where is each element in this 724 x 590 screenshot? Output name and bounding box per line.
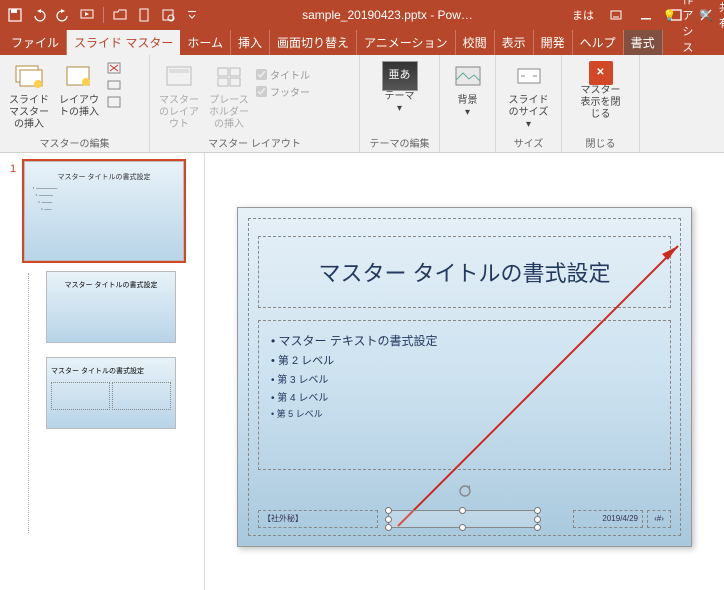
tab-review[interactable]: 校閲 [456,30,495,55]
resize-handle[interactable] [534,516,541,523]
slide-canvas[interactable]: マスター タイトルの書式設定 マスター テキストの書式設定 第 2 レベル 第 … [205,153,724,590]
slide-size-button[interactable]: スライドのサイズ ▾ [506,59,552,133]
resize-handle[interactable] [459,507,466,514]
resize-handle[interactable] [534,507,541,514]
tab-slide-master[interactable]: スライド マスター [67,30,180,55]
background-icon [452,61,484,93]
tree-connector [28,273,29,533]
insert-placeholder-button: プレースホルダーの挿入 [206,59,252,133]
group-label: 閉じる [568,133,633,150]
label: スライドのサイズ [508,95,550,119]
insert-layout-button[interactable]: レイアウトの挿入 [56,59,102,121]
thumb-title: マスター タイトルの書式設定 [51,366,171,376]
layout-thumbnail[interactable]: マスター タイトルの書式設定 [46,271,176,343]
chevron-down-icon: ▾ [465,107,470,119]
slide-size-icon [513,61,545,93]
separator [103,7,104,23]
tab-format[interactable]: 書式 [624,30,663,55]
group-label: サイズ [502,133,555,150]
chevron-down-icon: ▾ [526,119,531,131]
background-button[interactable]: 背景 ▾ [446,59,489,121]
resize-handle[interactable] [385,516,392,523]
redo-button[interactable] [52,4,74,26]
thumb-body: ・────── ・──── ・─── ・── [31,186,177,214]
layout-icon [63,61,95,93]
date-placeholder[interactable]: 2019/4/29 [573,510,643,528]
lightbulb-icon: 💡 [663,9,677,22]
label: マスター表示を閉じる [580,85,622,121]
preserve-icon[interactable] [106,95,122,109]
resize-handle[interactable] [385,507,392,514]
tell-me[interactable]: 操作アシス [682,0,693,55]
delete-icon[interactable] [106,61,122,75]
undo-button[interactable] [28,4,50,26]
share-button[interactable]: 共有 [719,0,724,31]
title-placeholder[interactable]: マスター タイトルの書式設定 [258,236,671,308]
tab-developer[interactable]: 開発 [534,30,573,55]
minimize-button[interactable] [632,4,660,26]
tab-view[interactable]: 表示 [495,30,534,55]
resize-handle[interactable] [534,524,541,531]
footer-left-placeholder[interactable]: 【社外秘】 [258,510,378,528]
ribbon-options-button[interactable] [602,4,630,26]
tab-insert[interactable]: 挿入 [231,30,270,55]
tab-home[interactable]: ホーム [180,30,231,55]
window-title: sample_20190423.pptx - Pow… [203,8,572,22]
label: テーマ [385,91,415,103]
label: マスターのレイアウト [158,95,200,131]
tab-file[interactable]: ファイル [4,30,67,55]
body-level-4: 第 4 レベル [271,389,658,404]
title-checkbox[interactable]: タイトル [256,67,310,82]
slide-thumbnails-panel[interactable]: 1 マスター タイトルの書式設定 ・────── ・──── ・─── ・── … [0,153,205,590]
user-name: まは [572,7,594,23]
rename-icon[interactable] [106,78,122,92]
master-layout-button: マスターのレイアウト [156,59,202,133]
group-label: マスターの編集 [6,133,143,150]
slide-master[interactable]: マスター タイトルの書式設定 マスター テキストの書式設定 第 2 レベル 第 … [237,207,692,547]
placeholder-icon [213,61,245,93]
slide-master-icon [13,61,45,93]
slide-number-placeholder[interactable]: ‹#› [647,510,671,528]
share-icon: 🔍 [699,9,713,22]
resize-handle[interactable] [459,524,466,531]
group-label [446,137,489,150]
body-level-1: マスター テキストの書式設定 [271,332,658,349]
open-button[interactable] [109,4,131,26]
save-button[interactable] [4,4,26,26]
body-level-3: 第 3 レベル [271,371,658,386]
label: 背景 [458,95,478,107]
tab-transitions[interactable]: 画面切り替え [270,30,357,55]
group-label: マスター レイアウト [156,133,353,150]
label: プレースホルダーの挿入 [208,95,250,131]
new-button[interactable] [133,4,155,26]
thumb-title: マスター タイトルの書式設定 [31,172,177,182]
slideshow-button[interactable] [76,4,98,26]
insert-slide-master-button[interactable]: スライド マスターの挿入 [6,59,52,133]
resize-handle[interactable] [385,524,392,531]
chevron-down-icon: ▾ [397,103,402,115]
master-layout-icon [163,61,195,93]
master-index: 1 [10,161,24,175]
qat-customize-button[interactable] [181,4,203,26]
footer-checkbox[interactable]: フッター [256,84,310,99]
body-placeholder[interactable]: マスター テキストの書式設定 第 2 レベル 第 3 レベル 第 4 レベル 第… [258,320,671,470]
print-preview-button[interactable] [157,4,179,26]
theme-icon: 亜あ [382,61,418,91]
close-master-view-button[interactable]: ✕ マスター表示を閉じる [578,59,624,123]
tab-animations[interactable]: アニメーション [357,30,456,55]
body-level-5: 第 5 レベル [271,407,658,420]
tab-help[interactable]: ヘルプ [573,30,624,55]
layout-thumbnail[interactable]: マスター タイトルの書式設定 [46,357,176,429]
label: スライド マスターの挿入 [8,95,50,131]
rotation-handle[interactable] [458,484,472,498]
master-thumbnail[interactable]: マスター タイトルの書式設定 ・────── ・──── ・─── ・── [24,161,184,261]
group-label: テーマの編集 [366,133,433,150]
thumb-title: マスター タイトルの書式設定 [51,280,171,290]
footer-center-placeholder[interactable] [388,510,538,528]
themes-button[interactable]: 亜あ テーマ ▾ [377,59,423,117]
slide-title-text: マスター タイトルの書式設定 [318,256,610,288]
close-icon: ✕ [589,61,613,85]
body-level-2: 第 2 レベル [271,352,658,368]
label: レイアウトの挿入 [58,95,100,119]
